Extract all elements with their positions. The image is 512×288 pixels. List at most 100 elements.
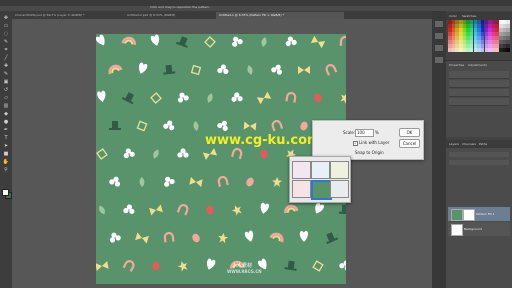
- history-tool-icon[interactable]: ↺: [2, 87, 10, 94]
- layer-name: Background: [464, 227, 482, 231]
- pattern-swatch[interactable]: [330, 161, 349, 179]
- motif-rainbow: [108, 64, 123, 75]
- type-tool-icon[interactable]: T: [2, 135, 10, 142]
- property-row[interactable]: [449, 89, 509, 97]
- scale-unit: %: [375, 130, 379, 135]
- gradient-tool-icon[interactable]: ▥: [2, 103, 10, 110]
- motif-bow: [96, 261, 109, 271]
- pattern-swatch[interactable]: [311, 161, 330, 179]
- eraser-tool-icon[interactable]: ▱: [2, 95, 10, 102]
- healing-tool-icon[interactable]: ✚: [2, 63, 10, 70]
- motif-horseshoe: [176, 203, 189, 216]
- motif-clover: [217, 120, 228, 131]
- blur-tool-icon[interactable]: ◆: [2, 111, 10, 118]
- tab-untitled-1[interactable]: Untitled-1 @ 8.33% (Pattern Fill 1, RGB/…: [216, 12, 344, 19]
- pattern-swatch[interactable]: [292, 161, 311, 179]
- pattern-fill-dialog: Scale: 100 % OK Cancel ✓ Link with Layer…: [312, 120, 424, 160]
- snap-to-origin-button[interactable]: Snap to Origin: [355, 150, 384, 155]
- motif-hat: [121, 92, 134, 105]
- tab-layers[interactable]: Layers: [449, 142, 459, 146]
- pattern-swatch[interactable]: [292, 180, 311, 198]
- tab-paths[interactable]: Paths: [479, 142, 487, 146]
- motif-outline: [96, 148, 108, 160]
- motif-clover: [109, 232, 121, 243]
- layer-name: Pattern Fill 1: [476, 212, 495, 216]
- tab-swatches[interactable]: Swatches: [462, 14, 476, 18]
- tab-adjustments[interactable]: Adjustments: [468, 63, 487, 67]
- brush-tool-icon[interactable]: ✎: [2, 71, 10, 78]
- layers-panel-header: Layers Channels Paths: [446, 140, 512, 148]
- tab-color[interactable]: Color: [449, 14, 457, 18]
- watermark-bottom: 人人素材: [232, 263, 253, 269]
- move-tool-icon[interactable]: ✥: [2, 15, 10, 22]
- path-select-tool-icon[interactable]: ➤: [2, 143, 10, 150]
- ok-button[interactable]: OK: [399, 128, 420, 137]
- motif-bow: [243, 121, 257, 131]
- motif-horseshoe: [339, 35, 346, 47]
- dodge-tool-icon[interactable]: ●: [2, 119, 10, 126]
- motif-rainbow: [269, 232, 284, 243]
- motif-star: [177, 261, 188, 272]
- swatch-grid[interactable]: [448, 20, 510, 52]
- brush-presets-icon[interactable]: [435, 57, 443, 63]
- tab-untitled-2[interactable]: Untitled-2.psd @ 8.33% (RGB/8): [124, 12, 217, 19]
- tab-chanel-motifs[interactable]: Chanel Motifs.psd @ 66.7% (Layer 3, RGB/…: [12, 12, 125, 19]
- motif-horseshoe: [325, 64, 338, 76]
- motif-leaf: [247, 65, 253, 75]
- tools-panel: ✥ ▭ ◌ ✎ ⌗ ╱ ✚ ✎ ▣ ↺ ▱ ▥ ◆ ● ✒ T ➤ ■ ✋ ⚲: [0, 11, 12, 288]
- layer-filter-bar[interactable]: [449, 152, 509, 157]
- cancel-button[interactable]: Cancel: [399, 139, 420, 148]
- motif-balloon: [206, 205, 214, 215]
- pen-tool-icon[interactable]: ✒: [2, 127, 10, 134]
- motif-clover: [177, 92, 189, 103]
- motif-heart: [96, 34, 105, 46]
- property-row[interactable]: [449, 98, 509, 106]
- motif-leaf: [261, 37, 267, 47]
- motif-leaf: [99, 205, 105, 215]
- motif-balloon: [300, 121, 308, 131]
- property-row[interactable]: [449, 71, 509, 79]
- motif-heart: [299, 230, 309, 242]
- history-icon[interactable]: [435, 21, 443, 27]
- tab-properties[interactable]: Properties: [449, 63, 464, 67]
- link-layer-label: Link with Layer: [359, 140, 390, 145]
- hand-tool-icon[interactable]: ✋: [2, 159, 10, 166]
- layer-thumbnail: [451, 224, 463, 236]
- tab-channels[interactable]: Channels: [462, 142, 476, 146]
- blend-mode-bar[interactable]: [449, 160, 509, 165]
- pattern-swatch[interactable]: [330, 180, 349, 198]
- motif-clover: [232, 36, 243, 47]
- scale-input[interactable]: 100: [355, 129, 374, 137]
- crop-tool-icon[interactable]: ⌗: [2, 47, 10, 54]
- foreground-color-swatch[interactable]: [2, 189, 9, 196]
- motif-balloon: [260, 149, 268, 159]
- zoom-tool-icon[interactable]: ⚲: [2, 167, 10, 174]
- lasso-tool-icon[interactable]: ◌: [2, 31, 10, 38]
- eyedropper-tool-icon[interactable]: ╱: [2, 55, 10, 62]
- layer-row-pattern-fill[interactable]: Pattern Fill 1: [448, 207, 510, 221]
- motif-hat: [109, 121, 121, 130]
- motif-bow: [202, 148, 218, 160]
- quick-select-tool-icon[interactable]: ✎: [2, 39, 10, 46]
- motif-rainbow: [121, 36, 136, 45]
- motif-clover: [123, 204, 135, 214]
- watermark-bottom-url: WWW.RRCG.CN: [227, 269, 262, 274]
- character-icon[interactable]: [435, 33, 443, 39]
- motif-bow: [189, 176, 203, 188]
- motif-clover: [109, 176, 121, 187]
- stamp-tool-icon[interactable]: ▣: [2, 79, 10, 86]
- marquee-tool-icon[interactable]: ▭: [2, 23, 10, 30]
- motif-hat: [284, 260, 297, 271]
- layer-mask-thumbnail[interactable]: [463, 209, 475, 221]
- paragraph-icon[interactable]: [435, 45, 443, 51]
- link-layer-checkbox[interactable]: ✓: [353, 141, 358, 146]
- color-swatch[interactable]: [506, 48, 510, 52]
- motif-clover: [339, 260, 346, 271]
- motif-balloon: [246, 177, 254, 187]
- layer-row-background[interactable]: Background: [448, 222, 510, 236]
- pattern-swatch-selected[interactable]: [311, 180, 332, 200]
- shape-tool-icon[interactable]: ■: [2, 151, 10, 158]
- motif-clover: [271, 64, 283, 75]
- property-row[interactable]: [449, 80, 509, 88]
- motif-balloon: [314, 93, 322, 103]
